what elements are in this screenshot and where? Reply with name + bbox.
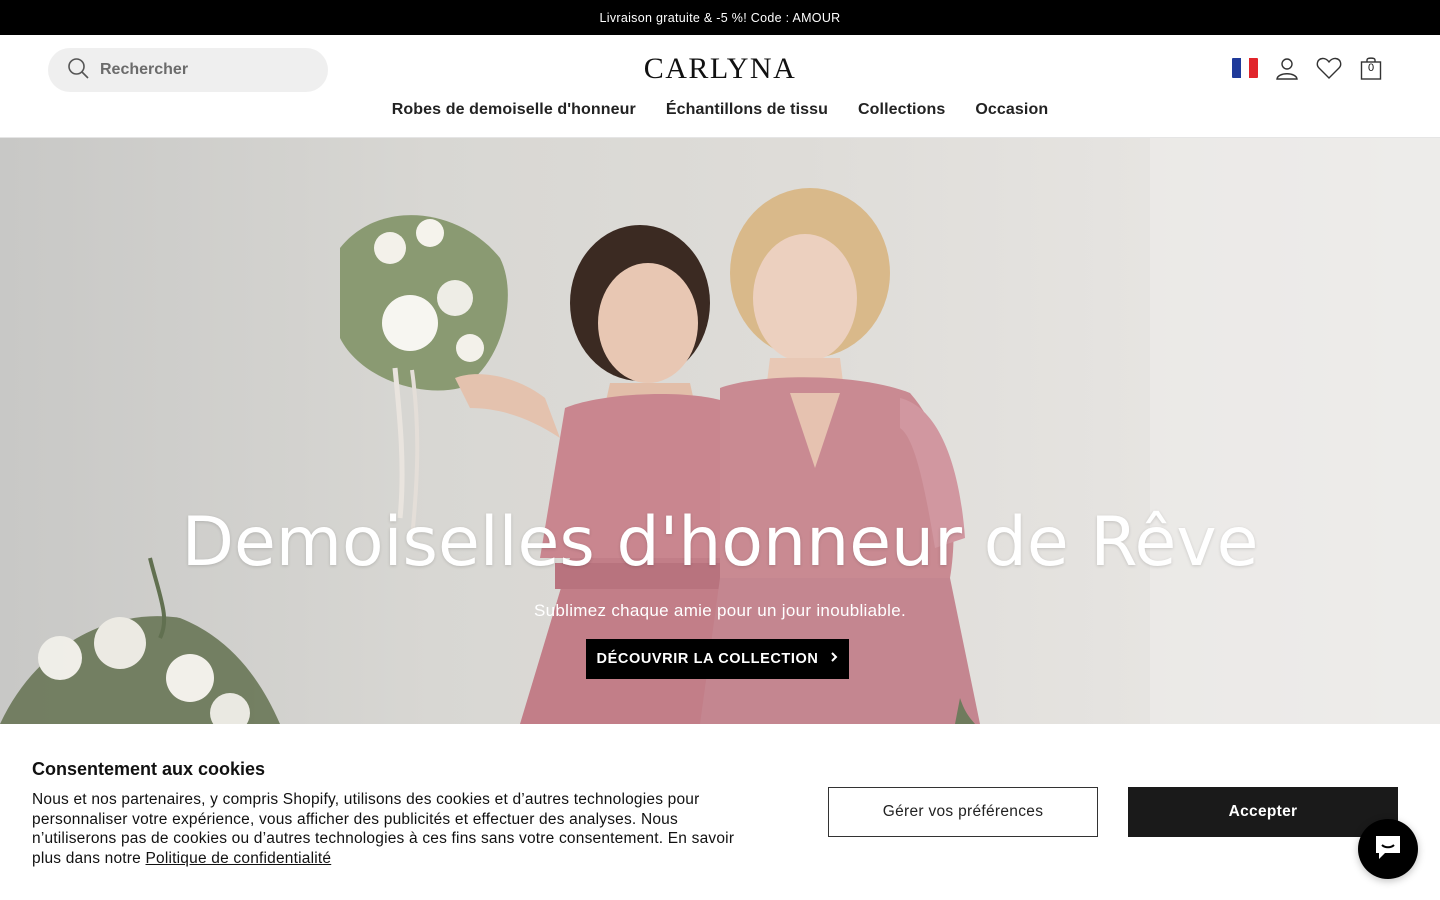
wishlist-heart-icon[interactable] — [1316, 55, 1342, 81]
accept-cookies-button[interactable]: Accepter — [1128, 787, 1398, 837]
hero-subtitle: Sublimez chaque amie pour un jour inoubl… — [534, 601, 906, 620]
cta-label: DÉCOUVRIR LA COLLECTION — [596, 651, 819, 667]
chat-bubble-icon — [1373, 833, 1403, 866]
discover-collection-button[interactable]: DÉCOUVRIR LA COLLECTION — [586, 639, 849, 679]
cookie-title: Consentement aux cookies — [32, 759, 266, 779]
nav-item-occasion[interactable]: Occasion — [975, 101, 1048, 119]
hero-banner: Demoiselles d'honneur de Rêve Sublimez c… — [0, 138, 1440, 724]
cookie-consent-banner: Consentement aux cookies Nous et nos par… — [0, 724, 1440, 900]
header-actions: 0 — [1232, 55, 1384, 81]
france-flag-icon[interactable] — [1232, 55, 1258, 81]
site-header: CARLYNA 0 Robes de demoiselle d'honneur … — [0, 35, 1440, 138]
cookie-text: Nous et nos partenaires, y compris Shopi… — [32, 790, 752, 868]
cookie-description: Nous et nos partenaires, y compris Shopi… — [32, 791, 735, 867]
nav-item-bridesmaid-dresses[interactable]: Robes de demoiselle d'honneur — [392, 101, 636, 119]
privacy-policy-link[interactable]: Politique de confidentialité — [146, 850, 332, 867]
chat-button[interactable] — [1358, 819, 1418, 879]
site-logo[interactable]: CARLYNA — [644, 52, 797, 85]
account-icon[interactable] — [1274, 55, 1300, 81]
announcement-text: Livraison gratuite & -5 %! Code : AMOUR — [599, 10, 841, 25]
manage-preferences-button[interactable]: Gérer vos préférences — [828, 787, 1098, 837]
announcement-bar: Livraison gratuite & -5 %! Code : AMOUR — [0, 0, 1440, 35]
search-input[interactable] — [100, 61, 300, 79]
search-icon — [66, 56, 90, 85]
cart-bag-icon[interactable]: 0 — [1358, 55, 1384, 81]
search-box[interactable] — [48, 48, 328, 92]
hero-title: Demoiselles d'honneur de Rêve — [181, 503, 1259, 582]
chevron-right-icon — [830, 651, 838, 667]
cart-count: 0 — [1367, 62, 1375, 74]
hero-image — [0, 138, 1440, 724]
nav-item-fabric-samples[interactable]: Échantillons de tissu — [666, 101, 828, 119]
nav-item-collections[interactable]: Collections — [858, 101, 945, 119]
main-nav: Robes de demoiselle d'honneur Échantillo… — [0, 101, 1440, 119]
